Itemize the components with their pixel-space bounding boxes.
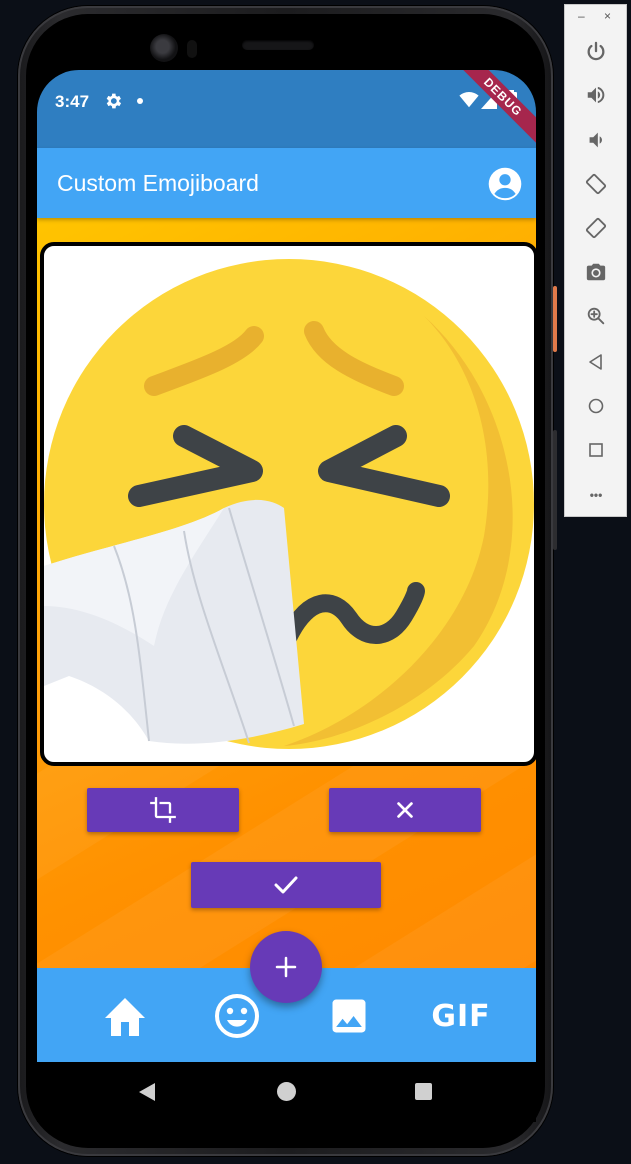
emulator-back-button[interactable] — [584, 350, 608, 374]
dot-icon — [137, 98, 143, 104]
front-camera — [150, 34, 178, 62]
volume-side-button — [553, 430, 557, 550]
volume-down-button[interactable] — [584, 128, 608, 152]
nav-item-gif[interactable]: GIF — [431, 992, 491, 1040]
camera-icon — [586, 263, 606, 281]
screenshot-button[interactable] — [584, 260, 608, 284]
crop-button[interactable] — [87, 788, 239, 832]
account-circle-icon[interactable] — [488, 167, 522, 201]
system-navigation-bar — [37, 1062, 536, 1122]
rotate-right-icon — [585, 217, 607, 239]
debug-banner: DEBUG — [450, 70, 536, 150]
emoji-icon — [215, 994, 259, 1038]
rotate-right-button[interactable] — [584, 216, 608, 240]
status-time: 3:47 — [55, 92, 90, 111]
power-icon — [587, 41, 605, 61]
editor-area — [37, 218, 536, 968]
more-icon: ••• — [589, 488, 603, 502]
recents-icon[interactable] — [415, 1083, 432, 1100]
zoom-button[interactable] — [584, 304, 608, 328]
nav-item-home[interactable] — [95, 992, 155, 1040]
overview-icon — [589, 443, 603, 457]
power-side-button — [553, 286, 557, 352]
gear-icon — [106, 93, 122, 109]
emulator-toolbar: – × ••• — [564, 4, 627, 517]
home-icon — [105, 998, 145, 1036]
close-button[interactable] — [329, 788, 481, 832]
check-icon — [274, 876, 298, 894]
app-title: Custom Emojiboard — [57, 170, 259, 196]
crop-icon — [150, 797, 176, 823]
power-button[interactable] — [584, 40, 608, 64]
nav-item-emoji[interactable] — [207, 992, 267, 1040]
nav-item-image[interactable] — [319, 992, 379, 1040]
phone-screen: 3:47 DEBUG Custom Emojiboard GIF — [37, 70, 536, 1062]
zoom-icon — [587, 307, 605, 325]
plus-icon — [275, 956, 297, 978]
emulator-overview-button[interactable] — [584, 438, 608, 462]
rotate-left-button[interactable] — [584, 172, 608, 196]
volume-down-icon — [589, 132, 602, 148]
more-button[interactable]: ••• — [584, 483, 608, 507]
wifi-icon — [459, 92, 479, 108]
confirm-button[interactable] — [191, 862, 381, 908]
back-icon[interactable] — [137, 1082, 157, 1102]
selected-image-preview[interactable] — [40, 242, 536, 766]
app-bar: Custom Emojiboard — [37, 148, 536, 218]
minimize-button[interactable]: – — [578, 9, 585, 23]
home-circle-icon[interactable] — [277, 1082, 296, 1101]
home-icon — [588, 398, 604, 414]
close-window-button[interactable]: × — [604, 9, 611, 23]
rotate-left-icon — [585, 173, 607, 195]
close-icon — [397, 802, 413, 818]
camera-sensor — [187, 40, 197, 58]
gif-icon: GIF — [431, 998, 491, 1034]
back-icon — [589, 354, 602, 370]
status-bar: 3:47 DEBUG — [37, 70, 536, 150]
add-fab-button[interactable] — [250, 931, 322, 1003]
earpiece-speaker — [242, 40, 314, 50]
emulator-home-button[interactable] — [584, 394, 608, 418]
volume-up-button[interactable] — [584, 83, 608, 107]
image-icon — [332, 999, 366, 1033]
volume-up-icon — [587, 86, 605, 104]
sneezing-face-emoji-image — [44, 259, 534, 749]
